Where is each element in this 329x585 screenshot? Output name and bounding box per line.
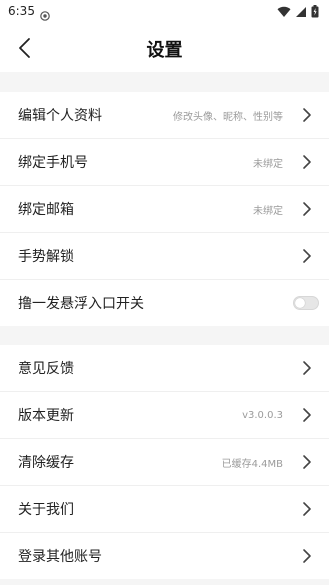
row-value: 未绑定 xyxy=(253,158,283,170)
header-bar: 设置 xyxy=(0,24,329,72)
row-value: v3.0.0.3 xyxy=(242,409,283,421)
row-bind-phone[interactable]: 绑定手机号 未绑定 xyxy=(0,139,329,186)
row-feedback[interactable]: 意见反馈 xyxy=(0,345,329,392)
row-label: 绑定邮箱 xyxy=(18,202,74,218)
chevron-right-icon xyxy=(303,155,311,169)
chevron-right-icon xyxy=(303,408,311,422)
chevron-right-icon xyxy=(303,361,311,375)
row-clear-cache[interactable]: 清除缓存 已缓存4.4MB xyxy=(0,439,329,486)
floating-entry-toggle[interactable] xyxy=(293,296,319,310)
row-label: 手势解锁 xyxy=(18,249,74,265)
row-version-update[interactable]: 版本更新 v3.0.0.3 xyxy=(0,392,329,439)
row-label: 清除缓存 xyxy=(18,455,74,471)
chevron-right-icon xyxy=(303,502,311,516)
row-login-other-account[interactable]: 登录其他账号 xyxy=(0,533,329,579)
status-time: 6:35 xyxy=(8,4,35,18)
row-label: 登录其他账号 xyxy=(18,549,102,565)
row-label: 关于我们 xyxy=(18,502,74,518)
row-label: 编辑个人资料 xyxy=(18,108,102,124)
chevron-right-icon xyxy=(303,549,311,563)
row-label: 意见反馈 xyxy=(18,361,74,377)
settings-section-general: 意见反馈 版本更新 v3.0.0.3 清除缓存 已缓存4.4MB 关于我们 登录… xyxy=(0,345,329,579)
chevron-right-icon xyxy=(303,108,311,122)
signal-icon xyxy=(295,3,307,22)
row-bind-email[interactable]: 绑定邮箱 未绑定 xyxy=(0,186,329,233)
chevron-right-icon xyxy=(303,455,311,469)
chevron-right-icon xyxy=(303,249,311,263)
row-value: 已缓存4.4MB xyxy=(221,458,283,470)
row-about-us[interactable]: 关于我们 xyxy=(0,486,329,533)
wifi-icon xyxy=(277,3,291,22)
row-value: 修改头像、昵称、性别等 xyxy=(173,111,283,123)
row-label: 版本更新 xyxy=(18,408,74,424)
chevron-right-icon xyxy=(303,202,311,216)
settings-section-account: 编辑个人资料 修改头像、昵称、性别等 绑定手机号 未绑定 绑定邮箱 未绑定 手势… xyxy=(0,92,329,326)
row-edit-profile[interactable]: 编辑个人资料 修改头像、昵称、性别等 xyxy=(0,92,329,139)
toggle-knob xyxy=(295,298,305,308)
status-bar: 6:35 xyxy=(0,0,329,24)
row-value: 未绑定 xyxy=(253,205,283,217)
row-gesture-unlock[interactable]: 手势解锁 xyxy=(0,233,329,280)
row-label: 撸一发悬浮入口开关 xyxy=(18,296,144,312)
notification-icon xyxy=(40,6,50,21)
page-title: 设置 xyxy=(146,40,183,61)
row-label: 绑定手机号 xyxy=(18,155,88,171)
battery-icon xyxy=(311,3,319,22)
row-floating-entry-switch: 撸一发悬浮入口开关 xyxy=(0,280,329,326)
